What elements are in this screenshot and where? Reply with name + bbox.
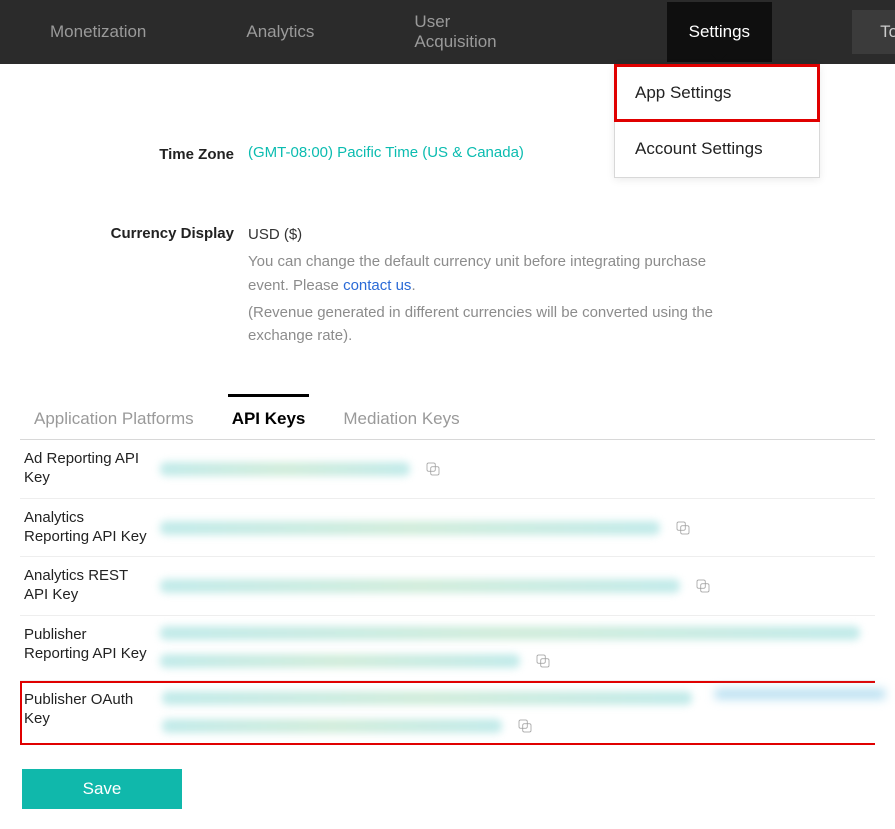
key-label: Analytics Reporting API Key (20, 509, 160, 547)
timezone-select[interactable]: (GMT-08:00) Pacific Time (US & Canada) (248, 144, 524, 161)
key-value-redacted (162, 691, 692, 735)
key-row-publisher-reporting: Publisher Reporting API Key (20, 616, 875, 681)
nav-tools[interactable]: Tools (852, 10, 895, 54)
key-value-redacted-overflow (715, 689, 885, 699)
currency-value: USD ($) (248, 223, 728, 246)
copy-icon[interactable] (516, 717, 534, 735)
currency-hint: You can change the default currency unit… (248, 250, 728, 297)
nav-analytics[interactable]: Analytics (236, 2, 324, 62)
tab-application-platforms[interactable]: Application Platforms (30, 397, 198, 439)
key-row-publisher-oauth: Publisher OAuth Key (20, 681, 875, 745)
dropdown-account-settings[interactable]: Account Settings (615, 121, 819, 177)
copy-icon[interactable] (674, 519, 692, 537)
nav-settings[interactable]: Settings (667, 2, 772, 62)
key-value-redacted (160, 462, 410, 476)
nav-monetization[interactable]: Monetization (40, 2, 156, 62)
key-row-analytics-reporting: Analytics Reporting API Key (20, 499, 875, 558)
currency-row: Currency Display USD ($) You can change … (20, 223, 875, 347)
key-label: Analytics REST API Key (20, 567, 160, 605)
key-row-ad-reporting: Ad Reporting API Key (20, 440, 875, 499)
contact-us-link[interactable]: contact us (343, 277, 411, 294)
save-button[interactable]: Save (22, 769, 182, 809)
settings-tabs: Application Platforms API Keys Mediation… (20, 397, 875, 440)
key-value-redacted (160, 521, 660, 535)
timezone-label: Time Zone (20, 144, 248, 163)
currency-label: Currency Display (20, 223, 248, 242)
currency-block: USD ($) You can change the default curre… (248, 223, 728, 347)
tab-api-keys[interactable]: API Keys (228, 394, 310, 439)
key-value-redacted (160, 626, 860, 670)
key-label: Ad Reporting API Key (20, 450, 160, 488)
key-label: Publisher Reporting API Key (20, 626, 160, 664)
nav-user-acquisition[interactable]: User Acquisition (404, 0, 506, 72)
currency-hint-2: (Revenue generated in different currenci… (248, 301, 728, 348)
currency-hint-text-1b: . (411, 277, 415, 294)
api-keys-list: Ad Reporting API Key Analytics Reporting… (20, 440, 875, 745)
copy-icon[interactable] (694, 577, 712, 595)
key-row-analytics-rest: Analytics REST API Key (20, 557, 875, 616)
copy-icon[interactable] (424, 460, 442, 478)
top-nav: Monetization Analytics User Acquisition … (0, 0, 895, 64)
tab-mediation-keys[interactable]: Mediation Keys (339, 397, 463, 439)
key-value-redacted (160, 579, 680, 593)
copy-icon[interactable] (534, 652, 552, 670)
content-area: Time Zone (GMT-08:00) Pacific Time (US &… (0, 144, 895, 829)
currency-hint-text-1: You can change the default currency unit… (248, 253, 706, 293)
settings-dropdown: App Settings Account Settings (614, 64, 820, 178)
key-label: Publisher OAuth Key (22, 691, 162, 729)
dropdown-app-settings[interactable]: App Settings (615, 65, 819, 121)
